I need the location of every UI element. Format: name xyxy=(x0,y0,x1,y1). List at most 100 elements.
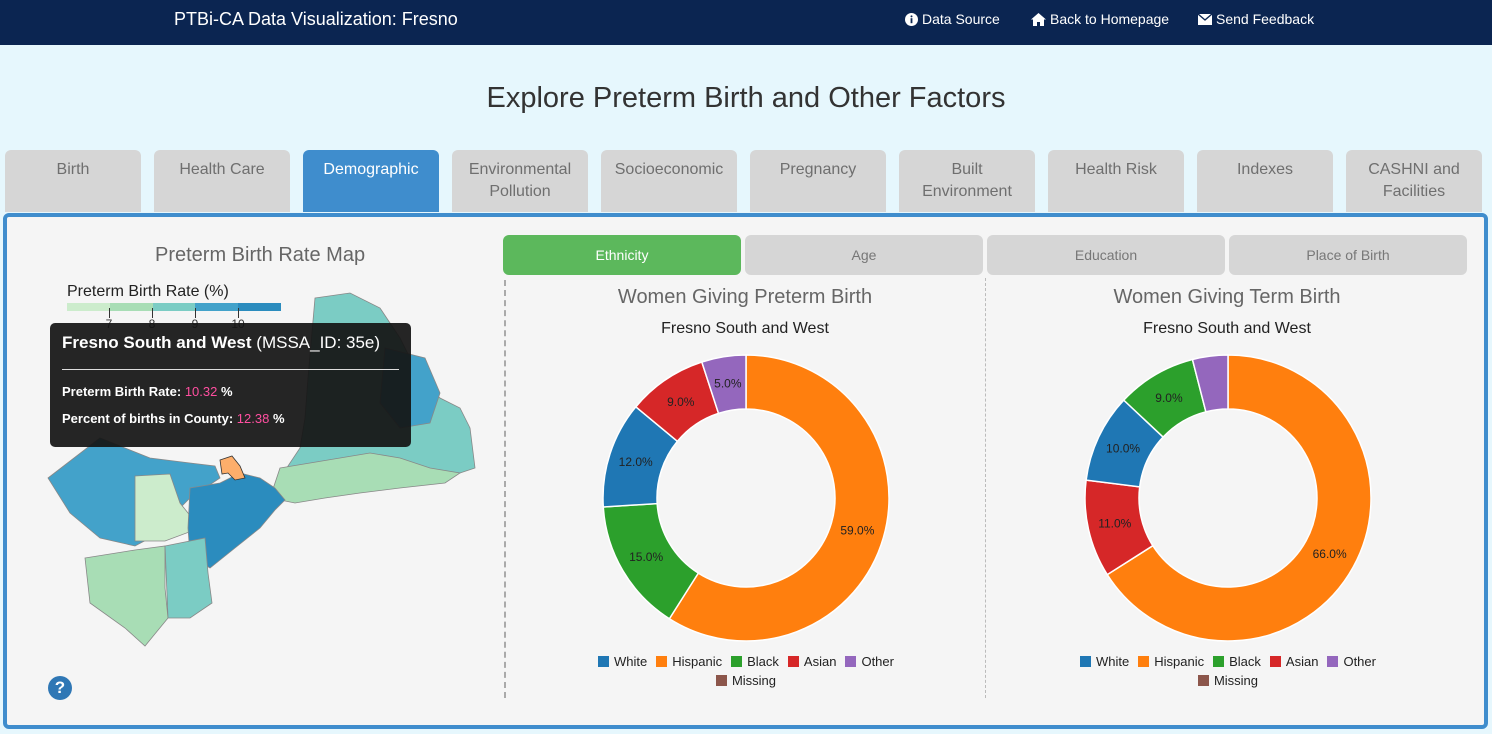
chart-2-legend: White Hispanic Black Asian Other Missing xyxy=(987,654,1469,692)
legend-item-hispanic[interactable]: Hispanic xyxy=(656,654,722,669)
donut-label-asian: 11.0% xyxy=(1098,516,1131,530)
tooltip-percent-value: 12.38 xyxy=(236,411,270,426)
data-source-label: Data Source xyxy=(922,11,1000,27)
tab-demographic[interactable]: Demographic xyxy=(303,150,439,212)
legend-item-black[interactable]: Black xyxy=(731,654,779,669)
legend-item-other[interactable]: Other xyxy=(845,654,894,669)
legend-label: Hispanic xyxy=(672,654,723,669)
tab-label: Pregnancy xyxy=(779,161,857,178)
subtab-education[interactable]: Education xyxy=(987,235,1225,275)
legend-item-white[interactable]: White xyxy=(1080,654,1129,669)
legend-item-black[interactable]: Black xyxy=(1213,654,1261,669)
subtab-place-of-birth[interactable]: Place of Birth xyxy=(1229,235,1467,275)
legend-color-3 xyxy=(152,303,196,311)
tab-label: Demographic xyxy=(323,161,419,178)
legend-label: Other xyxy=(861,654,894,669)
tooltip-rate-value: 10.32 xyxy=(184,384,218,399)
tooltip-percent-line: Percent of births in County: 12.38 % xyxy=(62,411,399,426)
tab-label: Socioeconomic xyxy=(614,161,724,178)
legend-label: Missing xyxy=(1213,673,1259,688)
legend-swatch xyxy=(598,656,610,667)
legend-swatch xyxy=(715,675,727,686)
envelope-icon xyxy=(1198,13,1212,25)
legend-label: Asian xyxy=(1285,654,1319,669)
help-icon[interactable]: ? xyxy=(48,676,72,700)
back-to-homepage-link[interactable]: Back to Homepage xyxy=(1031,11,1169,27)
donut-label-white: 10.0% xyxy=(1106,442,1140,456)
top-navbar: PTBi-CA Data Visualization: Fresno Data … xyxy=(0,0,1492,45)
map-title: Preterm Birth Rate Map xyxy=(155,244,366,266)
tab-health-risk[interactable]: Health Risk xyxy=(1048,150,1184,212)
chart-divider xyxy=(985,278,986,698)
donut-label-black: 9.0% xyxy=(1155,391,1183,405)
term-ethnicity-donut[interactable]: 66.0% 11.0% 10.0% 9.0% xyxy=(1082,352,1374,644)
chart-1-title: Women Giving Preterm Birth xyxy=(617,286,873,308)
legend-swatch xyxy=(656,656,668,667)
donut-label-other: 5.0% xyxy=(714,376,742,390)
data-source-link[interactable]: Data Source xyxy=(905,11,1000,27)
legend-label: Asian xyxy=(803,654,837,669)
tab-health-care[interactable]: Health Care xyxy=(154,150,290,212)
tab-environmental-pollution[interactable]: Environmental Pollution xyxy=(452,150,588,212)
app-title: PTBi-CA Data Visualization: Fresno xyxy=(174,9,458,29)
legend-item-asian[interactable]: Asian xyxy=(787,654,837,669)
legend-item-missing[interactable]: Missing xyxy=(1197,673,1259,688)
map-region-highlight[interactable] xyxy=(219,455,246,481)
info-icon xyxy=(905,12,918,26)
tab-indexes[interactable]: Indexes xyxy=(1197,150,1333,212)
legend-color-5 xyxy=(238,303,281,311)
tooltip-percent-label: Percent of births in County: xyxy=(62,411,234,426)
map-region-southwest[interactable] xyxy=(84,545,169,647)
back-to-homepage-label: Back to Homepage xyxy=(1050,11,1170,27)
legend-swatch xyxy=(787,656,799,667)
preterm-ethnicity-donut[interactable]: 59.0% 15.0% 12.0% 9.0% 5.0% xyxy=(600,352,892,644)
tooltip-rate-line: Preterm Birth Rate: 10.32 % xyxy=(62,384,399,399)
section-divider xyxy=(504,280,506,698)
legend-swatch xyxy=(1269,656,1281,667)
donut-label-asian: 9.0% xyxy=(667,395,695,409)
tooltip-rate-unit: % xyxy=(221,384,233,399)
legend-item-asian[interactable]: Asian xyxy=(1269,654,1319,669)
chart-1-subtitle: Fresno South and West xyxy=(661,320,829,337)
tab-label-line2: Pollution xyxy=(489,183,551,200)
subtab-age[interactable]: Age xyxy=(745,235,983,275)
donut-label-hispanic: 59.0% xyxy=(840,523,874,537)
legend-swatch xyxy=(1138,656,1150,667)
donut-label-white: 12.0% xyxy=(619,455,653,469)
tab-birth[interactable]: Birth xyxy=(5,150,141,212)
legend-label: White xyxy=(1096,654,1130,669)
tab-label: Built xyxy=(951,161,983,178)
subtab-ethnicity[interactable]: Ethnicity xyxy=(503,235,741,275)
tooltip-header: Fresno South and West (MSSA_ID: 35e) xyxy=(62,333,399,353)
legend-label: Hispanic xyxy=(1154,654,1205,669)
legend-color-4 xyxy=(195,303,239,311)
send-feedback-link[interactable]: Send Feedback xyxy=(1198,11,1314,27)
legend-item-hispanic[interactable]: Hispanic xyxy=(1138,654,1204,669)
legend-row: White Hispanic Black Asian Other xyxy=(987,654,1469,669)
tab-label: Birth xyxy=(56,161,90,178)
tooltip-percent-unit: % xyxy=(272,411,285,426)
map-legend-title: Preterm Birth Rate (%) xyxy=(67,283,229,300)
legend-item-other[interactable]: Other xyxy=(1327,654,1376,669)
tab-built-environment[interactable]: Built Environment xyxy=(899,150,1035,212)
tab-cashni-facilities[interactable]: CASHNI and Facilities xyxy=(1346,150,1482,212)
legend-item-missing[interactable]: Missing xyxy=(715,673,776,688)
donut-label-black: 15.0% xyxy=(629,550,663,564)
legend-item-white[interactable]: White xyxy=(598,654,647,669)
legend-label: White xyxy=(614,654,648,669)
tab-label: Health Care xyxy=(179,161,265,178)
chart-2-title: Women Giving Term Birth xyxy=(1113,286,1341,308)
legend-color-2 xyxy=(109,303,153,311)
map-region-south[interactable] xyxy=(164,537,213,619)
legend-row: Missing xyxy=(505,673,987,688)
legend-swatch xyxy=(731,656,743,667)
tab-pregnancy[interactable]: Pregnancy xyxy=(750,150,886,212)
legend-color-1 xyxy=(67,303,110,311)
tooltip-region-id: (MSSA_ID: 35e) xyxy=(256,333,381,352)
chart-1-legend: White Hispanic Black Asian Other Missing xyxy=(505,654,987,692)
legend-label: Other xyxy=(1343,654,1376,669)
map-legend-colorbar xyxy=(67,303,281,311)
legend-swatch xyxy=(845,656,857,667)
tab-socioeconomic[interactable]: Socioeconomic xyxy=(601,150,737,212)
map-tooltip: Fresno South and West (MSSA_ID: 35e) Pre… xyxy=(50,323,411,447)
